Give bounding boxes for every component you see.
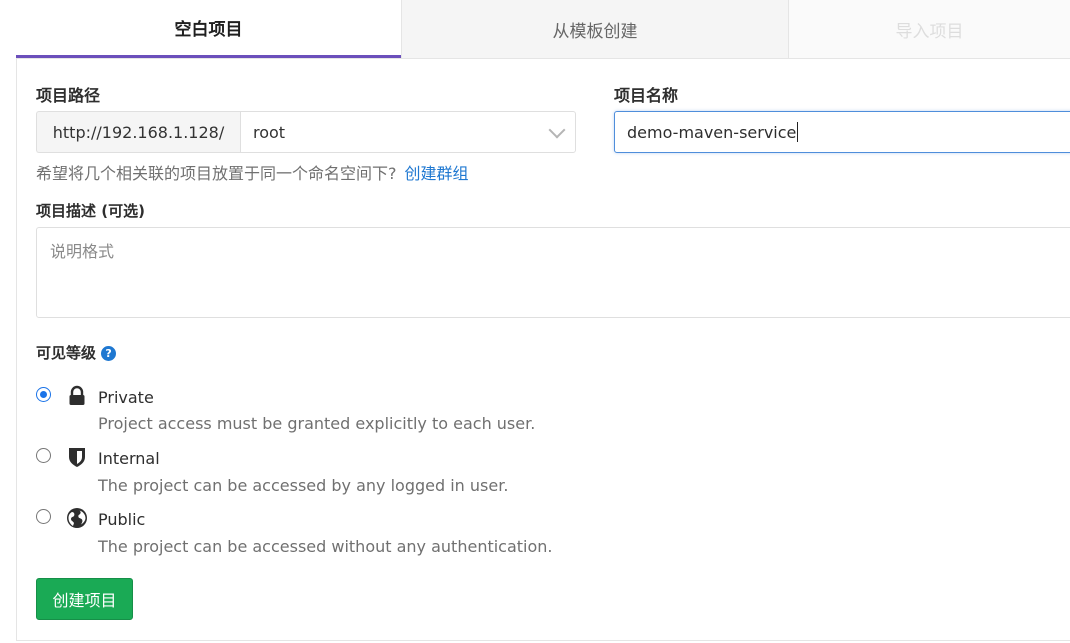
hint-text: 希望将几个相关联的项目放置于同一个命名空间下?	[36, 164, 397, 183]
tab-create-from-template[interactable]: 从模板创建	[401, 0, 788, 58]
visibility-label-text: 可见等级	[36, 344, 97, 362]
visibility-internal-desc: The project can be accessed by any logge…	[98, 476, 509, 495]
project-name-input[interactable]: demo-maven-service	[614, 111, 1070, 153]
project-path-label: 项目路径	[36, 86, 101, 105]
chevron-down-icon	[548, 121, 566, 139]
tab-import-project[interactable]: 导入项目	[788, 0, 1070, 58]
form-divider-bottom	[16, 640, 1070, 641]
project-tabs: 空白项目 从模板创建 导入项目	[16, 0, 1070, 59]
visibility-internal-title: Internal	[98, 449, 160, 468]
visibility-private-desc: Project access must be granted explicitl…	[98, 414, 536, 433]
project-name-label: 项目名称	[614, 86, 679, 105]
description-placeholder: 说明格式	[50, 242, 115, 261]
visibility-public-title: Public	[98, 510, 146, 529]
tab-label: 从模板创建	[552, 21, 638, 42]
visibility-label: 可见等级?	[36, 342, 117, 363]
create-project-button[interactable]: 创建项目	[36, 578, 133, 620]
question-circle-icon[interactable]: ?	[101, 346, 117, 361]
form-divider-left	[16, 58, 17, 641]
tab-label: 导入项目	[895, 21, 964, 42]
radio-internal[interactable]	[36, 448, 51, 463]
create-group-link[interactable]: 创建群组	[405, 164, 469, 183]
namespace-select[interactable]: root	[240, 111, 576, 153]
description-textarea[interactable]: 说明格式	[36, 227, 1070, 318]
tab-label: 空白项目	[174, 20, 243, 40]
radio-private[interactable]	[36, 387, 51, 402]
url-prefix: http://192.168.1.128/	[36, 111, 240, 153]
radio-public[interactable]	[36, 509, 51, 524]
namespace-hint: 希望将几个相关联的项目放置于同一个命名空间下? 创建群组	[36, 160, 469, 184]
description-label: 项目描述 (可选)	[36, 202, 145, 220]
visibility-public-desc: The project can be accessed without any …	[98, 537, 553, 556]
tab-blank-project[interactable]: 空白项目	[16, 0, 401, 58]
globe-icon	[67, 508, 87, 528]
text-caret	[797, 122, 799, 142]
namespace-value: root	[253, 122, 286, 142]
shield-icon	[69, 448, 85, 467]
project-path-group: http://192.168.1.128/ root	[36, 111, 576, 153]
new-project-page: 空白项目 从模板创建 导入项目 项目路径 http://192.168.1.12…	[0, 0, 1070, 643]
project-name-value: demo-maven-service	[627, 122, 797, 142]
visibility-private-title: Private	[98, 388, 154, 407]
lock-icon	[69, 385, 85, 405]
